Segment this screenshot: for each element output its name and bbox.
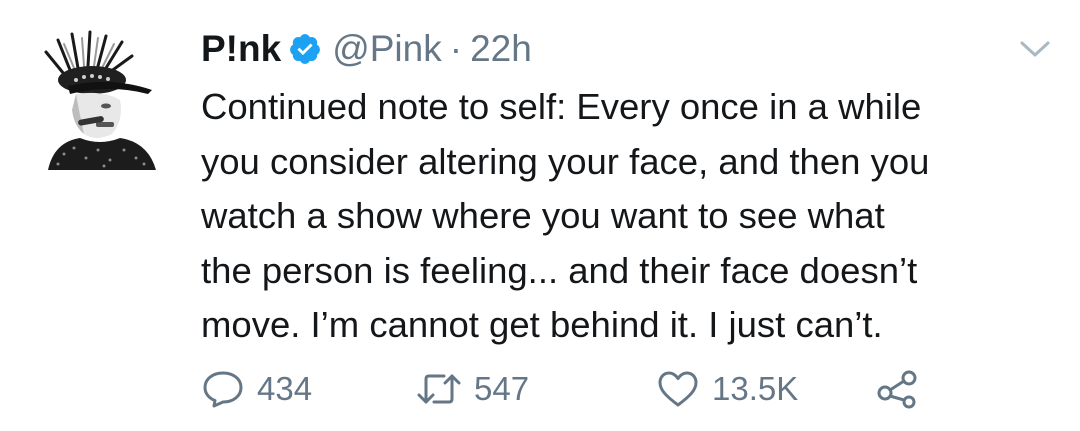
retweet-button[interactable]: 547 — [416, 366, 529, 412]
retweet-icon — [417, 374, 461, 404]
avatar-image — [44, 30, 156, 170]
avatar[interactable] — [40, 30, 162, 170]
verified-badge-icon — [288, 32, 322, 66]
retweet-count: 547 — [474, 370, 530, 407]
like-count: 13.5K — [712, 370, 799, 407]
chevron-down-icon[interactable] — [1018, 38, 1052, 60]
share-icon — [877, 370, 917, 409]
user-handle[interactable]: @Pink — [332, 28, 442, 70]
tweet-actions: 434 547 13.5K — [201, 366, 961, 412]
tweet-timestamp[interactable]: 22h — [470, 28, 532, 70]
reply-count: 434 — [257, 370, 313, 407]
reply-icon — [203, 371, 243, 408]
tweet-card[interactable]: P!nk @Pink · 22h Continued note to self:… — [0, 0, 1080, 431]
share-button[interactable] — [876, 366, 920, 412]
heart-icon — [658, 371, 698, 407]
tweet-text: Continued note to self: Every once in a … — [201, 86, 930, 345]
display-name[interactable]: P!nk — [201, 28, 281, 70]
reply-button[interactable]: 434 — [201, 366, 312, 412]
separator-dot: · — [449, 28, 463, 69]
like-button[interactable]: 13.5K — [656, 366, 798, 412]
tweet-header: P!nk @Pink · 22h — [201, 25, 532, 73]
